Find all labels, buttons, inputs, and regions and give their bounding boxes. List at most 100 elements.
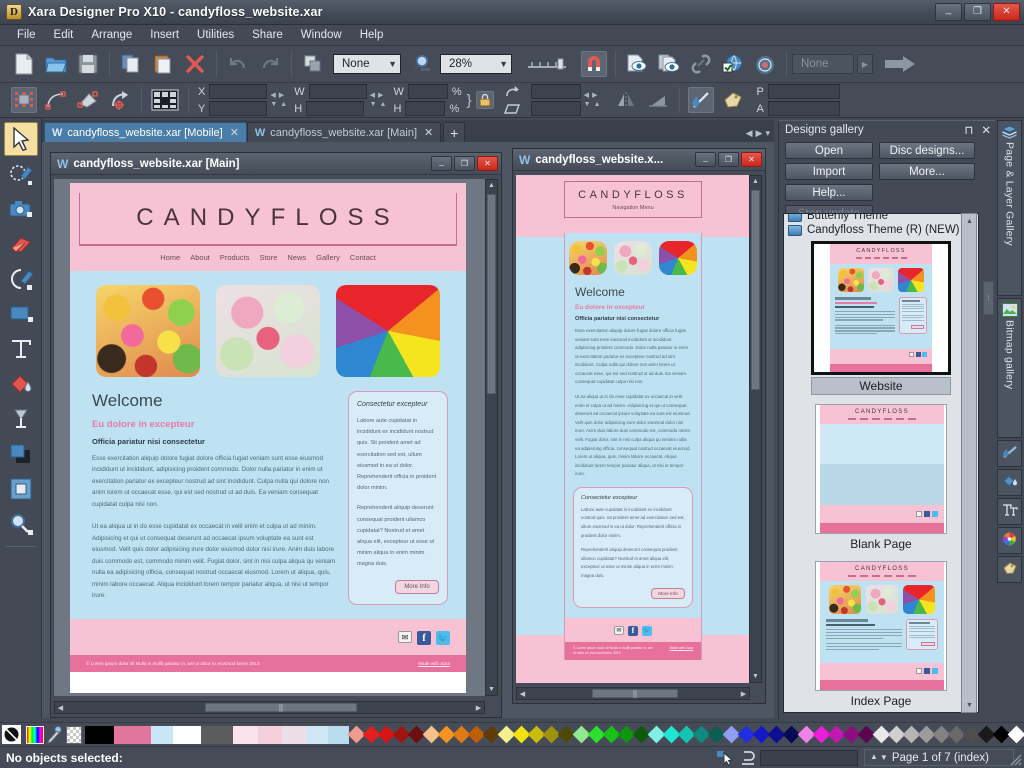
close-button[interactable]: ✕ [993,3,1020,21]
main-vscrollbar[interactable]: ▲ ▼ [485,179,498,696]
tab-prev-icon[interactable]: ◀ [746,128,753,139]
swatch-pink[interactable] [114,725,151,744]
doctab-mobile[interactable]: W candyfloss_website.xar [Mobile] ✕ [44,122,247,142]
spin-left-icon[interactable]: ◀ [584,92,589,99]
doctab-mobile-close[interactable]: ✕ [230,126,239,139]
facebook-icon[interactable]: f [417,631,431,646]
panel-splitter-handle[interactable]: ⁞ [983,281,994,315]
zoom-magnifier-icon[interactable] [411,51,437,77]
fill-gallery-tab[interactable] [997,469,1022,496]
paste-icon[interactable] [150,51,176,77]
swatch-black[interactable] [84,725,115,744]
mobile-hscrollbar-thumb[interactable]: ⣿ [592,689,678,698]
h-percent-input[interactable] [405,101,446,116]
menu-file[interactable]: File [8,27,45,43]
spin-down-icon[interactable]: ▼ [370,101,377,108]
line-gallery-tab[interactable] [997,440,1022,467]
photo-edit-tool[interactable] [4,157,38,191]
a-input[interactable] [767,101,840,116]
preview-page-icon[interactable] [624,51,650,77]
name-tag-icon[interactable] [720,87,746,113]
spin-right-icon[interactable]: ▶ [592,92,597,99]
spin-down-icon[interactable]: ▼ [584,101,591,108]
page-indicator[interactable]: ▲ ▼ Page 1 of 7 (index) [864,749,1014,766]
email-icon[interactable]: ✉ [398,631,412,644]
gallery-scroll-up[interactable]: ▲ [963,215,976,227]
nav-gallery[interactable]: Gallery [316,253,340,262]
nav-store[interactable]: Store [259,253,277,262]
skew-icon[interactable] [503,102,521,116]
new-tab-button[interactable]: + [443,122,466,142]
new-document-icon[interactable] [11,51,37,77]
menu-arrange[interactable]: Arrange [82,27,141,43]
padlock-icon[interactable] [475,91,494,109]
save-disk-icon[interactable] [75,51,101,77]
bevel-frame-icon[interactable] [4,472,38,506]
menu-window[interactable]: Window [292,27,351,43]
web-publish-icon[interactable] [752,51,778,77]
menu-share[interactable]: Share [243,27,292,43]
mobile-vscrollbar-thumb[interactable] [751,190,760,390]
duplicate-icon[interactable] [300,51,326,77]
mobile-minimize-button[interactable]: _ [695,152,716,167]
spin-up-icon[interactable]: ▲ [594,101,601,108]
color-editor-icon[interactable] [26,725,45,745]
disc-designs-button[interactable]: Disc designs... [879,142,975,159]
link-chain-icon[interactable] [688,51,714,77]
spin-down-icon[interactable]: ▼ [270,101,277,108]
palette-swatch[interactable] [1007,725,1024,744]
bitmap-gallery-tab[interactable]: Bitmap gallery [997,298,1022,438]
list-item[interactable]: Candyfloss Theme (R) (NEW) [784,223,978,237]
quality-select[interactable]: None ▼ [333,54,401,74]
pin-icon[interactable]: ⊓ [964,123,973,137]
redo-arrow-icon[interactable] [257,51,283,77]
xy-spinner[interactable]: ◀ ▶ ▼ ▲ [267,92,290,108]
open-button[interactable]: Open [785,142,873,159]
color-palette[interactable] [347,725,1024,744]
flip-horizontal-icon[interactable] [613,87,639,113]
spin-right-icon[interactable]: ▶ [378,92,383,99]
curve-node-icon[interactable] [43,87,69,113]
tab-list-icon[interactable]: ▾ [765,128,770,139]
mobile-nav-label[interactable]: Navigation Menu [565,205,701,217]
mobile-canvas[interactable]: CANDYFLOSS Navigation Menu Welcome Eu do… [516,175,750,683]
wh-spinner[interactable]: ◀ ▶ ▼ ▲ [367,92,390,108]
twitter-icon[interactable]: 🐦 [642,625,652,636]
w-percent-input[interactable] [407,84,448,99]
spin-right-icon[interactable]: ▶ [279,92,284,99]
y-input[interactable] [209,101,268,116]
gallery-scroll-down[interactable]: ▼ [963,699,976,711]
main-hscrollbar[interactable]: ◀ ⣿ ▶ [54,701,485,714]
swatch-pink2[interactable] [257,725,282,744]
main-maximize-button[interactable]: ❐ [454,156,475,171]
more-button[interactable]: More... [879,163,975,180]
swatch-grey[interactable] [200,725,234,744]
quality-slider[interactable] [525,51,569,77]
main-vscrollbar-thumb[interactable] [487,194,496,394]
p-input[interactable] [767,84,840,99]
tab-next-icon[interactable]: ▶ [756,128,763,139]
selector-tool[interactable] [3,122,38,156]
zoom-select[interactable]: 28% ▼ [440,54,512,74]
spin-left-icon[interactable]: ◀ [270,92,275,99]
mobile-card-more-info-button[interactable]: More Info [651,587,685,599]
rotate-spinner[interactable]: ◀ ▶ ▼ ▲ [581,92,604,108]
name-dropdown-button[interactable]: ▶ [857,54,873,74]
minimize-button[interactable]: _ [935,3,962,21]
shadow-square-icon[interactable] [4,437,38,471]
list-item[interactable]: Butterfly Theme [784,214,978,223]
page-up-icon[interactable]: ▲ [870,753,878,761]
swatch-white[interactable] [172,725,201,744]
h-input[interactable] [306,101,365,116]
mobile-maximize-button[interactable]: ❐ [718,152,739,167]
swatch-blue2[interactable] [305,725,329,744]
no-color-icon[interactable] [2,725,21,745]
rotate-object-icon[interactable] [107,87,133,113]
rotate-input[interactable] [530,84,581,99]
spin-left-icon[interactable]: ◀ [370,92,375,99]
mobile-hscrollbar[interactable]: ◀ ⣿ ▶ [516,687,750,700]
wine-glass-icon[interactable] [4,402,38,436]
main-close-button[interactable]: ✕ [477,156,498,171]
rotate-icon[interactable] [503,85,521,99]
maximize-button[interactable]: ❐ [964,3,991,21]
